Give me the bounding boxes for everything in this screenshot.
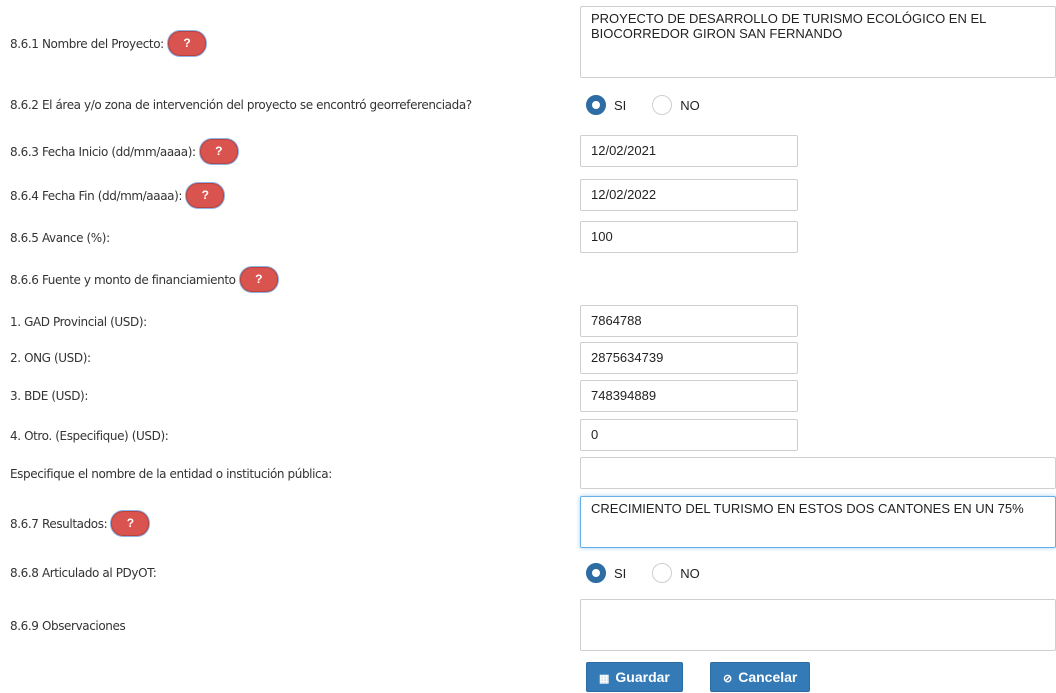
label-observaciones: 8.6.9 Observaciones — [10, 619, 126, 633]
bde-input[interactable]: 748394889 — [580, 380, 798, 412]
label-avance: 8.6.5 Avance (%): — [10, 231, 110, 245]
articulado-no-label: NO — [680, 565, 700, 581]
entidad-input[interactable] — [580, 457, 1056, 489]
articulado-radio-group: SI NO — [586, 563, 726, 583]
georref-no-label: NO — [680, 97, 700, 113]
label-articulado: 8.6.8 Articulado al PDyOT: — [10, 566, 157, 580]
observaciones-field[interactable] — [580, 599, 1056, 651]
georref-si-radio[interactable] — [586, 95, 606, 115]
guardar-button[interactable]: ▦ Guardar — [586, 662, 683, 692]
label-gad-provincial: 1. GAD Provincial (USD): — [10, 315, 147, 329]
georreferenciada-radio-group: SI NO — [586, 95, 726, 115]
label-georreferenciada: 8.6.2 El área y/o zona de intervención d… — [10, 98, 472, 112]
label-entidad: Especifique el nombre de la entidad o in… — [10, 467, 332, 481]
help-icon[interactable]: ? — [239, 267, 278, 292]
fecha-inicio-input[interactable]: 12/02/2021 — [580, 135, 798, 167]
label-bde: 3. BDE (USD): — [10, 389, 88, 403]
label-fuente-financiamiento: 8.6.6 Fuente y monto de financiamiento? — [10, 267, 278, 293]
otro-input[interactable]: 0 — [580, 419, 798, 451]
label-resultados: 8.6.7 Resultados:? — [10, 511, 150, 537]
fecha-fin-input[interactable]: 12/02/2022 — [580, 179, 798, 211]
georref-si-label: SI — [614, 97, 627, 113]
articulado-si-radio[interactable] — [586, 563, 606, 583]
ong-input[interactable]: 2875634739 — [580, 342, 798, 374]
gad-provincial-input[interactable]: 7864788 — [580, 305, 798, 337]
resultados-field[interactable]: CRECIMIENTO DEL TURISMO EN ESTOS DOS CAN… — [580, 496, 1056, 548]
label-fecha-inicio: 8.6.3 Fecha Inicio (dd/mm/aaaa):? — [10, 139, 238, 165]
help-icon[interactable]: ? — [111, 511, 150, 536]
georref-no-radio[interactable] — [652, 95, 673, 115]
help-icon[interactable]: ? — [167, 31, 206, 56]
ban-icon: ⊘ — [723, 673, 733, 685]
nombre-proyecto-field[interactable]: PROYECTO DE DESARROLLO DE TURISMO ECOLÓG… — [580, 6, 1056, 78]
label-ong: 2. ONG (USD): — [10, 351, 91, 365]
help-icon[interactable]: ? — [186, 183, 225, 208]
label-fecha-fin: 8.6.4 Fecha Fin (dd/mm/aaaa):? — [10, 183, 225, 209]
avance-input[interactable]: 100 — [580, 221, 798, 253]
articulado-si-label: SI — [614, 565, 627, 581]
save-icon: ▦ — [599, 673, 610, 685]
label-otro: 4. Otro. (Especifique) (USD): — [10, 429, 169, 443]
articulado-no-radio[interactable] — [652, 563, 673, 583]
label-nombre-proyecto: 8.6.1 Nombre del Proyecto:? — [10, 31, 206, 57]
help-icon[interactable]: ? — [199, 139, 238, 164]
cancelar-button[interactable]: ⊘ Cancelar — [710, 662, 811, 692]
